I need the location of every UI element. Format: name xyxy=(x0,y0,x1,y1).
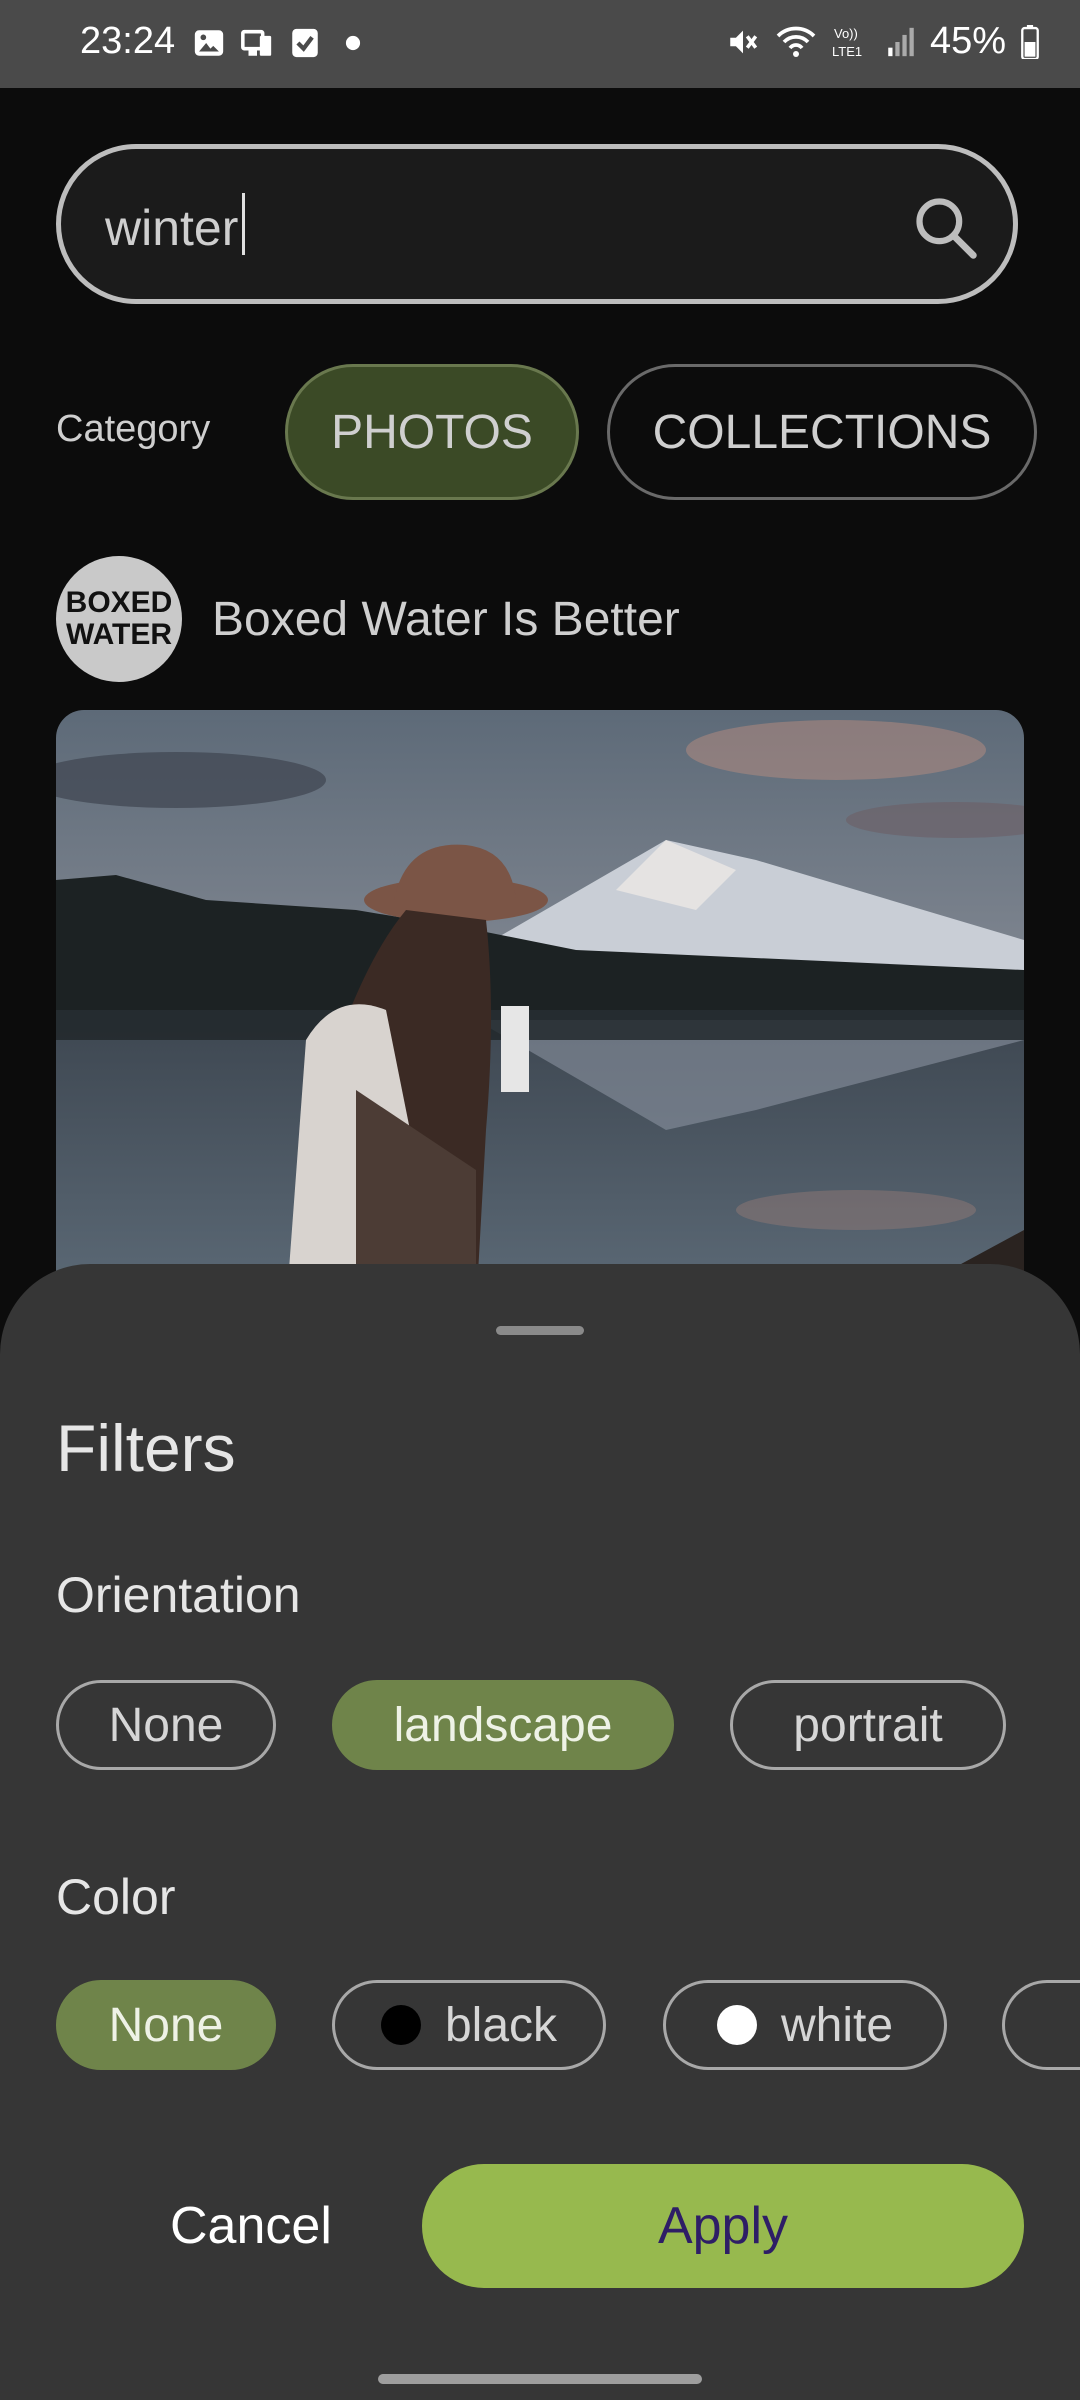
gallery-icon xyxy=(194,30,224,56)
signal-icon xyxy=(888,27,914,56)
status-bar: 23:24 Vo)) LTE1 45% xyxy=(0,0,1080,88)
search-bar[interactable]: winter xyxy=(56,144,1018,304)
task-check-icon xyxy=(292,28,318,58)
sheet-drag-handle[interactable] xyxy=(496,1326,584,1335)
status-time: 23:24 xyxy=(80,20,176,62)
avatar[interactable]: BOXED WATER xyxy=(56,556,182,682)
color-chip-white-label: white xyxy=(780,1998,894,2052)
orientation-chip-portrait[interactable]: portrait xyxy=(730,1680,1006,1770)
avatar-logo-text: BOXED WATER xyxy=(65,586,173,651)
svg-text:Vo)): Vo)) xyxy=(834,26,858,41)
color-chip-none-label: None xyxy=(108,1998,224,2052)
color-chip-black[interactable]: black xyxy=(332,1980,606,2070)
notification-icons xyxy=(192,26,370,60)
mute-icon xyxy=(730,30,758,53)
search-query: winter xyxy=(105,200,239,256)
filters-title: Filters xyxy=(56,1411,236,1485)
devices-icon xyxy=(241,29,272,56)
result-photo[interactable] xyxy=(56,710,1024,1310)
battery-percent: 45% xyxy=(929,20,1006,62)
color-chip-white[interactable]: white xyxy=(663,1980,947,2070)
text-caret xyxy=(242,193,246,255)
battery-icon xyxy=(1021,24,1039,59)
apply-button[interactable]: Apply xyxy=(422,2164,1024,2288)
system-icons: Vo)) LTE1 45% xyxy=(726,20,1040,63)
orientation-chip-landscape[interactable]: landscape xyxy=(332,1680,674,1770)
category-chip-collections[interactable]: COLLECTIONS xyxy=(607,364,1037,500)
volte-icon: Vo)) LTE1 xyxy=(832,26,862,59)
search-icon[interactable] xyxy=(911,193,979,261)
svg-text:LTE1: LTE1 xyxy=(832,44,862,59)
color-title: Color xyxy=(56,1869,176,1925)
white-swatch-icon xyxy=(716,2005,757,2045)
category-label: Category xyxy=(56,408,211,450)
color-chip-black-label: black xyxy=(444,1998,558,2052)
category-chip-photos[interactable]: PHOTOS xyxy=(285,364,579,500)
wifi-icon xyxy=(776,26,816,57)
cancel-button[interactable]: Cancel xyxy=(170,2196,332,2256)
home-indicator[interactable] xyxy=(378,2374,702,2384)
orientation-title: Orientation xyxy=(56,1567,301,1623)
photographer-name[interactable]: Boxed Water Is Better xyxy=(212,592,680,647)
orientation-chip-none[interactable]: None xyxy=(56,1680,276,1770)
photo-image xyxy=(56,710,1024,1310)
search-input[interactable]: winter xyxy=(105,193,246,257)
black-swatch-icon xyxy=(380,2005,421,2045)
more-notifications-dot-icon xyxy=(345,35,361,51)
color-chip-none[interactable]: None xyxy=(56,1980,276,2070)
